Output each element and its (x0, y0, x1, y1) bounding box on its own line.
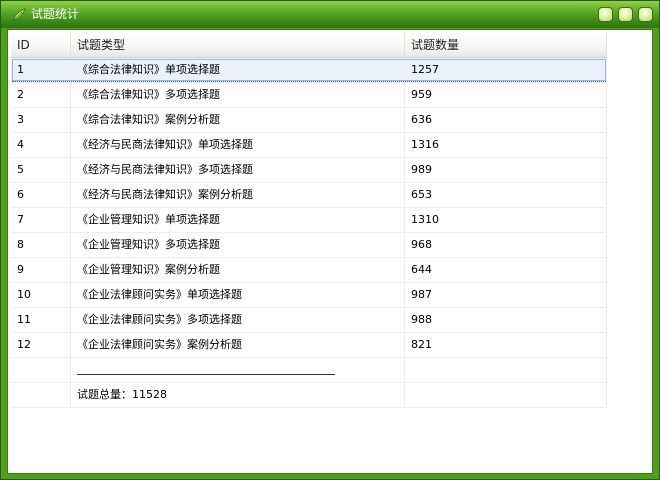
column-header-count[interactable]: 试题数量 (405, 33, 607, 57)
cell-empty (11, 358, 71, 382)
cell-count: 1257 (405, 58, 607, 82)
table-row[interactable]: 12 《企业法律顾问实务》案例分析题 821 (11, 333, 607, 358)
cell-id: 9 (11, 258, 71, 282)
table-row[interactable]: 7 《企业管理知识》单项选择题 1310 (11, 208, 607, 233)
divider (77, 374, 335, 375)
cell-empty (405, 358, 607, 382)
cell-type: 《企业法律顾问实务》多项选择题 (71, 308, 405, 332)
cell-id: 1 (11, 58, 71, 82)
cell-id: 7 (11, 208, 71, 232)
table-row[interactable]: 11 《企业法律顾问实务》多项选择题 988 (11, 308, 607, 333)
cell-id: 11 (11, 308, 71, 332)
cell-id: 8 (11, 233, 71, 257)
leaf-icon (12, 8, 26, 22)
cell-empty (11, 383, 71, 407)
cell-count: 988 (405, 308, 607, 332)
table-row[interactable]: 2 《综合法律知识》多项选择题 959 (11, 83, 607, 108)
client-area: ID 试题类型 试题数量 1 《综合法律知识》单项选择题 1257 2 《综合法… (7, 29, 653, 474)
table-row[interactable]: 1 《综合法律知识》单项选择题 1257 (11, 58, 607, 83)
cell-count: 959 (405, 83, 607, 107)
cell-id: 6 (11, 183, 71, 207)
table-row[interactable]: 5 《经济与民商法律知识》多项选择题 989 (11, 158, 607, 183)
cell-type: 《企业管理知识》案例分析题 (71, 258, 405, 282)
cell-count: 1316 (405, 133, 607, 157)
cell-type: 《企业法律顾问实务》案例分析题 (71, 333, 405, 357)
cell-type: 《经济与民商法律知识》多项选择题 (71, 158, 405, 182)
cell-count: 636 (405, 108, 607, 132)
cell-id: 5 (11, 158, 71, 182)
cell-type: 《综合法律知识》案例分析题 (71, 108, 405, 132)
cell-count: 968 (405, 233, 607, 257)
separator-row (11, 358, 607, 383)
cell-type: 《经济与民商法律知识》案例分析题 (71, 183, 405, 207)
cell-count: 644 (405, 258, 607, 282)
cell-count: 821 (405, 333, 607, 357)
minimize-icon[interactable] (598, 7, 613, 22)
maximize-icon[interactable] (618, 7, 633, 22)
cell-type: 《企业法律顾问实务》单项选择题 (71, 283, 405, 307)
table-row[interactable]: 8 《企业管理知识》多项选择题 968 (11, 233, 607, 258)
table-row[interactable]: 4 《经济与民商法律知识》单项选择题 1316 (11, 133, 607, 158)
cell-empty (405, 383, 607, 407)
close-icon[interactable] (638, 7, 653, 22)
title-bar[interactable]: 试题统计 (1, 1, 659, 28)
cell-type: 《综合法律知识》多项选择题 (71, 83, 405, 107)
table-row[interactable]: 6 《经济与民商法律知识》案例分析题 653 (11, 183, 607, 208)
cell-type: 《经济与民商法律知识》单项选择题 (71, 133, 405, 157)
cell-count: 1310 (405, 208, 607, 232)
table-row[interactable]: 3 《综合法律知识》案例分析题 636 (11, 108, 607, 133)
total-label: 试题总量：11528 (71, 383, 405, 407)
app-window: 试题统计 ID 试题类型 试题数量 1 《综合法律知识》单项选择题 1257 2… (0, 0, 660, 480)
cell-id: 12 (11, 333, 71, 357)
cell-type: 《企业管理知识》单项选择题 (71, 208, 405, 232)
cell-id: 3 (11, 108, 71, 132)
cell-count: 653 (405, 183, 607, 207)
statistics-table[interactable]: ID 试题类型 试题数量 1 《综合法律知识》单项选择题 1257 2 《综合法… (11, 33, 607, 408)
column-header-type[interactable]: 试题类型 (71, 33, 405, 57)
table-row[interactable]: 9 《企业管理知识》案例分析题 644 (11, 258, 607, 283)
window-title: 试题统计 (31, 7, 80, 21)
table-header: ID 试题类型 试题数量 (11, 33, 607, 58)
column-header-id[interactable]: ID (11, 33, 71, 57)
cell-separator (71, 358, 405, 382)
cell-count: 987 (405, 283, 607, 307)
cell-type: 《企业管理知识》多项选择题 (71, 233, 405, 257)
total-row[interactable]: 试题总量：11528 (11, 383, 607, 408)
table-row[interactable]: 10 《企业法律顾问实务》单项选择题 987 (11, 283, 607, 308)
cell-id: 2 (11, 83, 71, 107)
cell-id: 10 (11, 283, 71, 307)
cell-id: 4 (11, 133, 71, 157)
cell-type: 《综合法律知识》单项选择题 (71, 58, 405, 82)
cell-count: 989 (405, 158, 607, 182)
